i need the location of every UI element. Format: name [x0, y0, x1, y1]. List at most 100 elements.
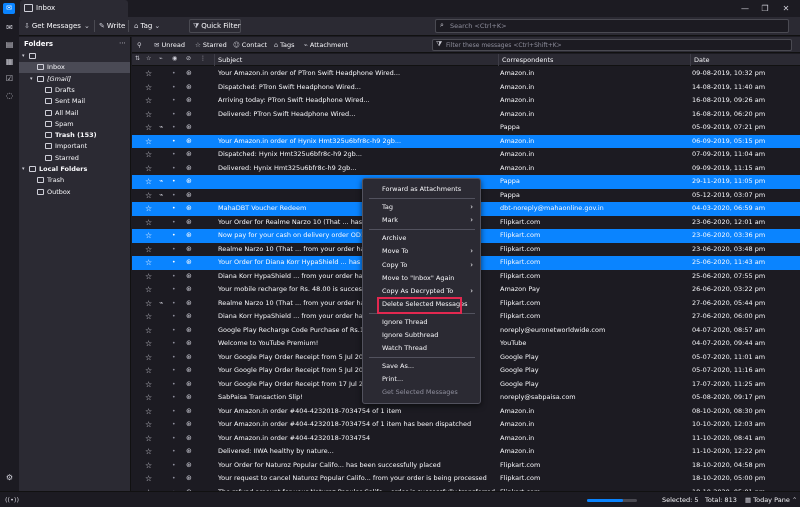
write-button[interactable]: ✎ Write	[99, 19, 125, 33]
folder-item[interactable]: Outbox	[19, 187, 130, 198]
get-messages-button[interactable]: ⇩ Get Messages	[24, 19, 81, 33]
message-row[interactable]: ☆ • ⊛ Dispatched: PTron Swift Headphone Wir…	[132, 81, 800, 95]
star-icon[interactable]: ☆	[145, 445, 155, 459]
twisty-icon[interactable]: ▾	[22, 51, 25, 62]
menu-item-move-to-inbox-again[interactable]: Move to "Inbox" Again	[363, 272, 480, 284]
settings-gear-icon[interactable]: ⚙	[4, 472, 15, 483]
read-status-icon[interactable]: •	[172, 135, 180, 149]
junk-status-icon[interactable]: ⊛	[186, 175, 195, 189]
junk-status-icon[interactable]: ⊛	[186, 324, 195, 338]
read-status-icon[interactable]: •	[172, 378, 180, 392]
junk-status-icon[interactable]: ⊛	[186, 243, 195, 257]
junk-status-icon[interactable]: ⊛	[186, 297, 195, 311]
read-status-icon[interactable]: •	[172, 418, 180, 432]
star-icon[interactable]: ☆	[145, 297, 155, 311]
read-status-icon[interactable]: •	[172, 405, 180, 419]
chat-icon[interactable]: ◌	[4, 90, 15, 101]
twisty-icon[interactable]: ▾	[22, 164, 25, 175]
folder-item[interactable]: Important	[19, 141, 130, 152]
folder-item[interactable]: All Mail	[19, 108, 130, 119]
star-icon[interactable]: ☆	[145, 175, 155, 189]
read-status-icon[interactable]: •	[172, 283, 180, 297]
read-status-icon[interactable]: •	[172, 337, 180, 351]
read-status-icon[interactable]: •	[172, 67, 180, 81]
junk-status-icon[interactable]: ⊛	[186, 283, 195, 297]
star-icon[interactable]: ☆	[145, 378, 155, 392]
read-status-icon[interactable]: •	[172, 351, 180, 365]
menu-item-move-to[interactable]: Move To ›	[363, 245, 480, 257]
junk-status-icon[interactable]: ⊛	[186, 256, 195, 270]
address-book-icon[interactable]: ▤	[4, 39, 15, 50]
read-status-icon[interactable]: •	[172, 297, 180, 311]
read-status-icon[interactable]: •	[172, 243, 180, 257]
junk-status-icon[interactable]: ⊛	[186, 337, 195, 351]
star-icon[interactable]: ☆	[145, 243, 155, 257]
star-icon[interactable]: ☆	[145, 229, 155, 243]
menu-item-tag[interactable]: Tag ›	[363, 201, 480, 213]
junk-status-icon[interactable]: ⊛	[186, 94, 195, 108]
junk-status-icon[interactable]: ⊛	[186, 189, 195, 203]
junk-status-icon[interactable]: ⊛	[186, 108, 195, 122]
message-row[interactable]: ☆ • ⊛ Your Order for Naturoz Popular Califo…	[132, 459, 800, 473]
calendar-icon[interactable]: ▦	[4, 56, 15, 67]
star-icon[interactable]: ☆	[145, 108, 155, 122]
filter-contact-button[interactable]: ☺ Contact	[233, 40, 267, 50]
junk-status-icon[interactable]: ⊛	[186, 202, 195, 216]
read-status-icon[interactable]: •	[172, 148, 180, 162]
message-row[interactable]: ☆ • ⊛ Your request to cancel Naturoz Popula…	[132, 472, 800, 486]
minimize-icon[interactable]: —	[738, 3, 752, 14]
star-icon[interactable]: ☆	[145, 283, 155, 297]
star-icon[interactable]: ☆	[145, 216, 155, 230]
star-icon[interactable]: ☆	[145, 121, 155, 135]
star-icon[interactable]: ☆	[145, 405, 155, 419]
filter-unread-button[interactable]: ✉ Unread	[154, 40, 185, 50]
message-row[interactable]: ☆ • ⊛ Your Amazon.in order #404-4232018-703…	[132, 405, 800, 419]
junk-status-icon[interactable]: ⊛	[186, 135, 195, 149]
menu-item-copy-as-decrypted-to[interactable]: Copy As Decrypted To ›	[363, 285, 480, 297]
read-status-icon[interactable]: •	[172, 94, 180, 108]
junk-status-icon[interactable]: ⊛	[186, 270, 195, 284]
star-icon[interactable]: ☆	[145, 324, 155, 338]
read-status-icon[interactable]: •	[172, 256, 180, 270]
read-status-icon[interactable]: •	[172, 472, 180, 486]
star-icon[interactable]: ☆	[145, 270, 155, 284]
read-status-icon[interactable]: •	[172, 364, 180, 378]
folder-item[interactable]: Trash (153)	[19, 130, 130, 141]
star-icon[interactable]: ☆	[145, 364, 155, 378]
junk-status-icon[interactable]: ⊛	[186, 81, 195, 95]
online-status-icon[interactable]: ((•))	[5, 496, 19, 504]
read-status-icon[interactable]: •	[172, 175, 180, 189]
today-pane-toggle[interactable]: ▦ Today Pane ⌃	[745, 496, 797, 504]
junk-status-icon[interactable]: ⊛	[186, 148, 195, 162]
menu-item-mark[interactable]: Mark ›	[363, 214, 480, 226]
star-icon[interactable]: ☆	[145, 432, 155, 446]
star-icon[interactable]: ☆	[145, 418, 155, 432]
correspondents-column-header[interactable]: Correspondents	[498, 54, 690, 66]
star-column-icon[interactable]: ☆	[146, 55, 151, 62]
get-messages-dropdown[interactable]: ⌄	[84, 19, 92, 33]
read-status-icon[interactable]: •	[172, 81, 180, 95]
star-icon[interactable]: ☆	[145, 472, 155, 486]
filter-tags-button[interactable]: ⌂ Tags	[274, 40, 295, 50]
message-row[interactable]: ☆ • ⊛ Arriving today: PTron Swift Headphone…	[132, 94, 800, 108]
folder-item[interactable]: ▾	[19, 51, 130, 62]
star-icon[interactable]: ☆	[145, 189, 155, 203]
menu-item-save-as[interactable]: Save As...	[363, 360, 480, 372]
read-status-icon[interactable]: •	[172, 432, 180, 446]
menu-item-ignore-thread[interactable]: Ignore Thread	[363, 316, 480, 328]
read-status-icon[interactable]: •	[172, 216, 180, 230]
twisty-icon[interactable]: ▾	[30, 74, 33, 85]
close-icon[interactable]: ✕	[779, 3, 793, 14]
filter-starred-button[interactable]: ☆ Starred	[195, 40, 227, 50]
folder-item[interactable]: Starred	[19, 153, 130, 164]
star-icon[interactable]: ☆	[145, 202, 155, 216]
quick-filter-button[interactable]: ⧩ Quick Filter	[189, 19, 241, 33]
app-menu-icon[interactable]: ✉	[3, 3, 15, 14]
message-row[interactable]: ☆ • ⊛ Delivered: PTron Swift Headphone Wire…	[132, 108, 800, 122]
star-icon[interactable]: ☆	[145, 94, 155, 108]
junk-status-icon[interactable]: ⊛	[186, 459, 195, 473]
star-icon[interactable]: ☆	[145, 310, 155, 324]
message-filter-input[interactable]: ⧩ Filter these messages <Ctrl+Shift+K>	[432, 39, 792, 51]
read-status-icon[interactable]: •	[172, 189, 180, 203]
mail-space-icon[interactable]: ✉	[4, 22, 15, 33]
